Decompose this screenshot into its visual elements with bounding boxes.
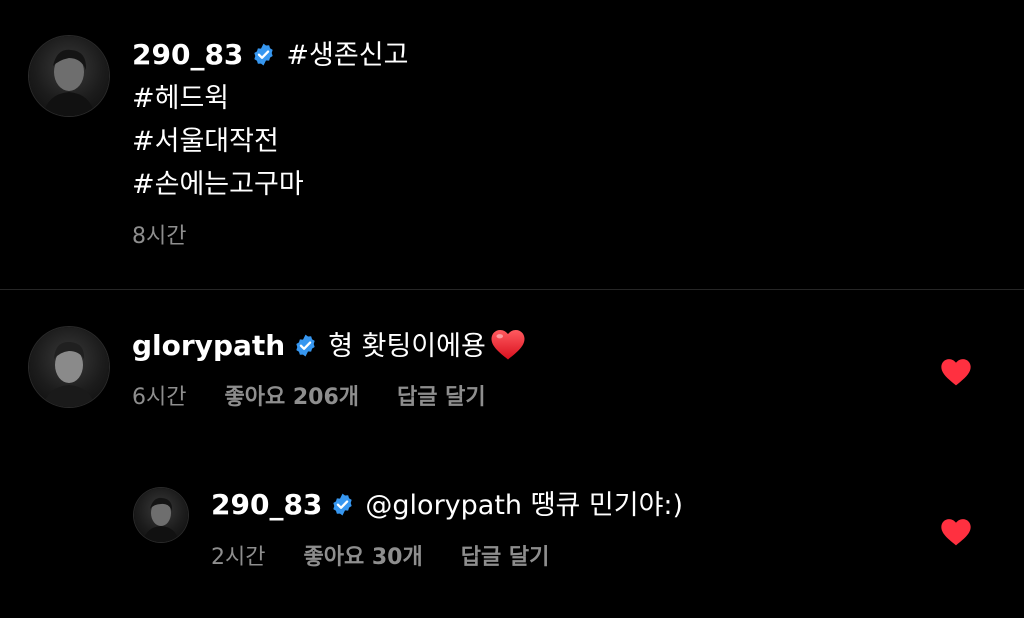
caption-hashtag[interactable]: #헤드윅 xyxy=(132,82,229,116)
profile-photo xyxy=(143,497,179,542)
profile-photo xyxy=(43,49,95,116)
red-heart-emoji-icon xyxy=(490,328,526,361)
like-heart-icon[interactable] xyxy=(940,517,972,547)
post-author-avatar[interactable] xyxy=(29,36,109,116)
comment-author-avatar[interactable] xyxy=(29,327,109,407)
verified-badge-icon xyxy=(251,42,276,67)
reply-author-username[interactable]: 290_83 xyxy=(211,488,322,521)
reply-text: @glorypath 땡큐 민기야:) xyxy=(365,490,684,521)
like-heart-icon[interactable] xyxy=(940,357,972,387)
reply-likes-count[interactable]: 좋아요 30개 xyxy=(303,545,422,570)
reply-author-avatar[interactable] xyxy=(134,488,188,542)
comment-meta: 6시간 좋아요 206개 답글 달기 xyxy=(132,384,524,412)
post-timestamp: 8시간 xyxy=(132,224,187,249)
reply-timestamp: 2시간 xyxy=(211,545,266,570)
comment-body: glorypath 형 홧팅이에용 xyxy=(132,328,526,364)
verified-badge-icon xyxy=(330,492,355,517)
comment-text: 형 홧팅이에용 xyxy=(328,331,486,362)
profile-photo xyxy=(43,341,95,407)
caption-divider xyxy=(0,289,1024,290)
post-caption-first-line: 290_83 #생존신고 xyxy=(132,38,408,73)
post-meta: 8시간 xyxy=(132,223,224,251)
reply-button[interactable]: 답글 달기 xyxy=(461,545,550,570)
comment-timestamp: 6시간 xyxy=(132,385,187,410)
caption-hashtag[interactable]: #서울대작전 xyxy=(132,125,279,159)
verified-badge-icon xyxy=(293,333,318,358)
comment-author-username[interactable]: glorypath xyxy=(132,329,285,362)
caption-hashtag[interactable]: #생존신고 xyxy=(286,40,408,71)
comment-likes-count[interactable]: 좋아요 206개 xyxy=(224,385,359,410)
caption-hashtag[interactable]: #손에는고구마 xyxy=(132,168,304,202)
reply-button[interactable]: 답글 달기 xyxy=(397,385,486,410)
reply-meta: 2시간 좋아요 30개 답글 달기 xyxy=(211,544,587,572)
reply-body: 290_83 @glorypath 땡큐 민기야:) xyxy=(211,488,683,523)
post-author-username[interactable]: 290_83 xyxy=(132,38,243,71)
